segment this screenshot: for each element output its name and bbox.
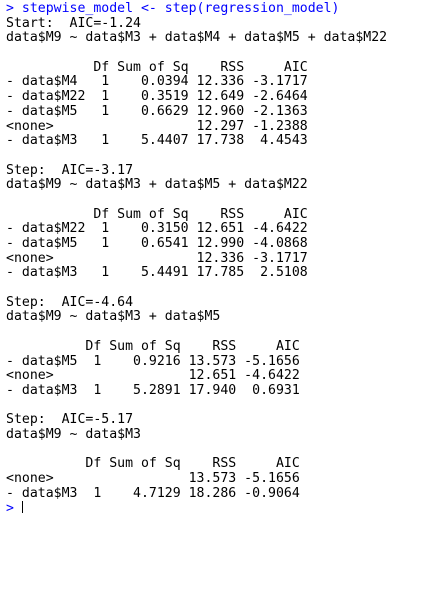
console-output-line: data$M9 ~ data$M3 + data$M4 + data$M5 + …	[6, 30, 388, 46]
console-output-line: data$M9 ~ data$M3	[6, 426, 141, 442]
console-prompt: >	[6, 501, 22, 517]
console-output-line: Step: AIC=-4.64	[6, 294, 134, 310]
console-output-line: - data$M3 1 5.2891 17.940 0.6931	[6, 382, 300, 398]
console-output-line: Df Sum of Sq RSS AIC	[6, 338, 300, 354]
console-output-line: - data$M5 1 0.6629 12.960 -2.1363	[6, 103, 308, 119]
console-output-line: - data$M3 1 5.4407 17.738 4.4543	[6, 133, 308, 149]
text-cursor	[21, 501, 23, 514]
console-output-line: data$M9 ~ data$M3 + data$M5 + data$M22	[6, 177, 308, 193]
console-output-line: Df Sum of Sq RSS AIC	[6, 456, 300, 472]
console-output-line: <none> 13.573 -5.1656	[6, 471, 300, 486]
r-console[interactable]: > stepwise_model <- step(regression_mode…	[0, 0, 435, 605]
console-output-line: - data$M3 1 4.7129 18.286 -0.9064	[6, 485, 300, 501]
console-output-line: Df Sum of Sq RSS AIC	[6, 59, 308, 75]
console-output-line: - data$M4 1 0.0394 12.336 -3.1717	[6, 74, 308, 90]
console-output-line: data$M9 ~ data$M3 + data$M5	[6, 309, 221, 325]
console-prompt-line[interactable]: >	[6, 501, 435, 516]
console-output-line: Df Sum of Sq RSS AIC	[6, 206, 308, 222]
console-output-line: Step: AIC=-3.17	[6, 162, 134, 178]
console-command-line: > stepwise_model <- step(regression_mode…	[6, 1, 340, 16]
console-output-line: - data$M5 1 0.9216 13.573 -5.1656	[6, 353, 300, 369]
console-output-line: Step: AIC=-5.17	[6, 412, 134, 428]
console-output-line: - data$M22 1 0.3150 12.651 -4.6422	[6, 221, 308, 237]
console-output-line: - data$M3 1 5.4491 17.785 2.5108	[6, 265, 308, 281]
console-output: Start: AIC=-1.24 data$M9 ~ data$M3 + data…	[6, 15, 435, 502]
console-output-line: <none> 12.336 -3.1717	[6, 250, 308, 266]
console-output-line: - data$M22 1 0.3519 12.649 -2.6464	[6, 89, 308, 105]
console-output-line: <none> 12.651 -4.6422	[6, 368, 300, 384]
console-output-line: - data$M5 1 0.6541 12.990 -4.0868	[6, 236, 308, 251]
console-output-line: <none> 12.297 -1.2388	[6, 118, 308, 134]
console-output-line: Start: AIC=-1.24	[6, 15, 141, 31]
